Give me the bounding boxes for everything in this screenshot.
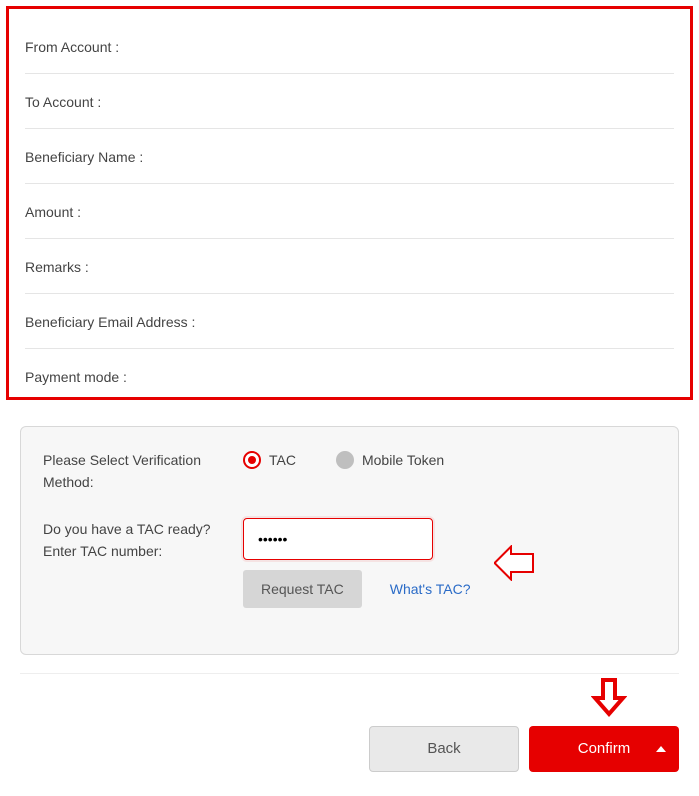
row-beneficiary-name: Beneficiary Name : [25,129,674,184]
request-tac-button[interactable]: Request TAC [243,570,362,608]
verification-method-label: Please Select Verification Method: [43,449,243,494]
tac-input[interactable] [243,518,433,560]
tac-entry-field: Request TAC What's TAC? [243,518,656,608]
tac-entry-label: Do you have a TAC ready? Enter TAC numbe… [43,518,243,563]
back-button[interactable]: Back [369,726,519,772]
label-amount: Amount : [25,204,81,220]
label-beneficiary-email: Beneficiary Email Address : [25,314,195,330]
radio-tac-label: TAC [269,452,296,468]
callout-arrow-left-icon [494,545,534,581]
row-from-account: From Account : [25,19,674,74]
row-beneficiary-email: Beneficiary Email Address : [25,294,674,349]
verification-method-row: Please Select Verification Method: TAC M… [43,449,656,494]
tac-entry-row: Do you have a TAC ready? Enter TAC numbe… [43,518,656,608]
transaction-details-box: From Account : To Account : Beneficiary … [6,6,693,400]
confirm-button-label: Confirm [578,740,631,757]
verification-card: Please Select Verification Method: TAC M… [20,426,679,655]
back-button-label: Back [427,740,460,757]
label-beneficiary-name: Beneficiary Name : [25,149,143,165]
footer-divider [20,673,679,674]
radio-tac[interactable]: TAC [243,451,296,469]
row-payment-mode: Payment mode : [25,349,674,389]
row-to-account: To Account : [25,74,674,129]
label-from-account: From Account : [25,39,119,55]
footer-actions: Back Confirm [6,726,693,772]
label-remarks: Remarks : [25,259,89,275]
caret-up-icon [656,746,666,752]
confirm-button[interactable]: Confirm [529,726,679,772]
radio-tac-indicator-icon [243,451,261,469]
row-remarks: Remarks : [25,239,674,294]
radio-mobile-token-indicator-icon [336,451,354,469]
whats-tac-link[interactable]: What's TAC? [390,581,471,597]
radio-mobile-token-label: Mobile Token [362,452,444,468]
radio-mobile-token[interactable]: Mobile Token [336,451,444,469]
label-to-account: To Account : [25,94,101,110]
callout-arrow-down-icon [591,678,627,718]
row-amount: Amount : [25,184,674,239]
label-payment-mode: Payment mode : [25,369,127,385]
verification-method-options: TAC Mobile Token [243,449,656,469]
